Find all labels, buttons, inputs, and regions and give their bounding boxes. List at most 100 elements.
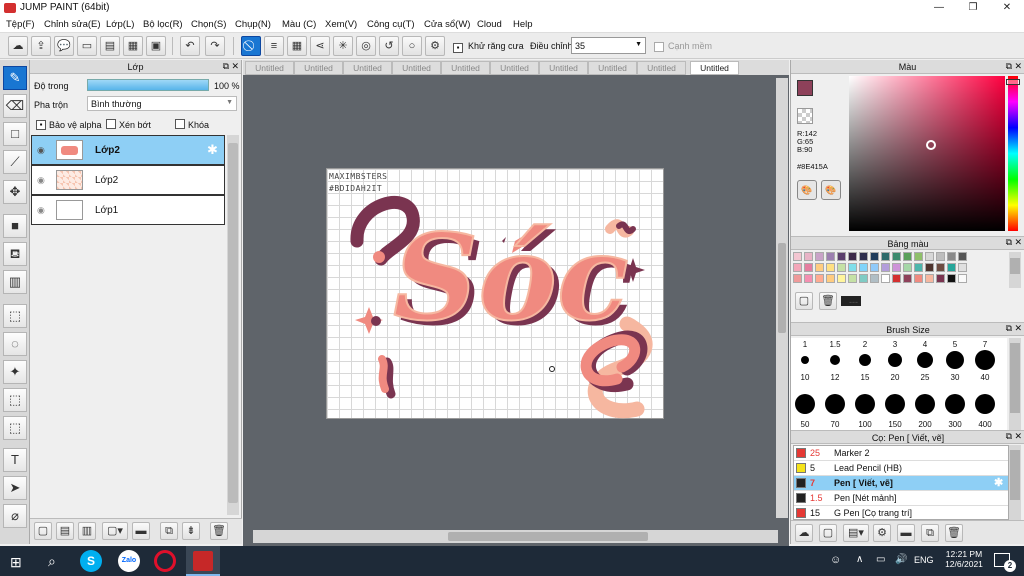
adjust-select[interactable]: 35 ▼ (571, 37, 646, 54)
brush-size-dot[interactable] (830, 355, 840, 365)
pages-icon[interactable]: ▦ (123, 36, 143, 56)
palette-swatch[interactable] (892, 252, 901, 261)
undock-icon[interactable]: ⧉ (1006, 61, 1012, 72)
visibility-icon[interactable]: ◉ (37, 145, 45, 156)
brush-size-dot[interactable] (859, 354, 871, 366)
antialias-checkbox[interactable]: ▪ (453, 42, 463, 53)
cloud-brush-icon[interactable]: ☁ (795, 524, 813, 542)
palette-swatch[interactable] (815, 263, 824, 272)
transparent-swatch[interactable] (797, 108, 813, 124)
tab-document-active[interactable]: Untitled (690, 61, 739, 75)
palette-swatch[interactable] (870, 263, 879, 272)
menu-layer[interactable]: Lớp(L) (106, 19, 134, 30)
palette-swatch[interactable] (881, 263, 890, 272)
people-icon[interactable]: ☺ (830, 554, 841, 566)
speech-bubble-icon[interactable]: 💬 (54, 36, 74, 56)
chevron-up-icon[interactable]: ∧ (856, 554, 863, 565)
palette-swatch[interactable] (936, 274, 945, 283)
lock-checkbox[interactable] (175, 119, 185, 131)
palette-swatch[interactable] (793, 263, 802, 272)
brush-settings-icon[interactable]: ⚙ (873, 524, 891, 542)
no-snap-icon[interactable]: ⃠ (241, 36, 261, 56)
palette-swatch[interactable] (859, 274, 868, 283)
tab-document[interactable]: Untitled (294, 61, 343, 75)
trash-icon[interactable]: 🗑 (819, 292, 837, 310)
menu-cloud[interactable]: Cloud (477, 19, 502, 30)
brush-size-dot[interactable] (975, 350, 995, 370)
undock-icon[interactable]: ⧉ (1006, 237, 1012, 248)
canvas-hscroll[interactable] (253, 530, 778, 543)
palette-swatch[interactable] (958, 274, 967, 283)
palette-swatch[interactable] (793, 274, 802, 283)
perspective-snap-icon[interactable]: ⋖ (310, 36, 330, 56)
skype-icon[interactable]: S (80, 550, 102, 572)
brush-size-dot[interactable] (801, 356, 809, 364)
jump-paint-taskbar-button[interactable] (186, 546, 220, 576)
gear-icon[interactable]: ✱ (207, 142, 218, 158)
duplicate-icon[interactable]: ⧉ (160, 522, 178, 540)
menu-capture[interactable]: Chụp(N) (235, 19, 271, 30)
palette-swatch[interactable] (848, 263, 857, 272)
palette-swatch[interactable] (903, 263, 912, 272)
brush-menu-icon[interactable]: ▤▾ (843, 524, 869, 542)
tab-document[interactable]: Untitled (539, 61, 588, 75)
palette-swatch[interactable] (947, 263, 956, 272)
palette-swatch[interactable] (936, 252, 945, 261)
brush-list-scrollbar[interactable] (1009, 445, 1021, 520)
close-panel-icon[interactable]: ✕ (1014, 431, 1022, 442)
palette-swatch[interactable] (859, 252, 868, 261)
brush-size-dot[interactable] (888, 353, 902, 367)
layer-scrollbar[interactable] (227, 135, 239, 515)
line-tool-icon[interactable]: ⟋ (3, 150, 27, 174)
operation-tool-icon[interactable]: ➤ (3, 476, 27, 500)
clip-checkbox[interactable] (106, 119, 116, 131)
tab-document[interactable]: Untitled (441, 61, 490, 75)
palette-settings-icon[interactable]: 🎨 (821, 180, 841, 200)
pen-tool-icon[interactable]: ✎ (3, 66, 27, 90)
concentric-snap-icon[interactable]: ◎ (356, 36, 376, 56)
menu-select[interactable]: Chọn(S) (191, 19, 226, 30)
palette-swatch[interactable] (826, 252, 835, 261)
foreground-color-swatch[interactable] (797, 80, 813, 96)
palette-swatch[interactable] (804, 252, 813, 261)
menu-view[interactable]: Xem(V) (325, 19, 357, 30)
drawing-canvas[interactable]: MAXIMBSTERS #BDIDAH2IT Sóc Sóc (326, 168, 664, 419)
hue-slider[interactable] (1006, 76, 1020, 231)
palette-swatch[interactable] (958, 263, 967, 272)
undock-icon[interactable]: ⧉ (1006, 431, 1012, 442)
visibility-icon[interactable]: ◉ (37, 205, 45, 216)
palette-swatch[interactable] (837, 263, 846, 272)
palette-swatch[interactable] (925, 263, 934, 272)
new-layer-icon[interactable]: ▢ (34, 522, 52, 540)
palette-swatch[interactable] (925, 252, 934, 261)
brush-size-dot[interactable] (945, 394, 965, 414)
add-page-icon[interactable]: ▢ (795, 292, 813, 310)
grid-snap-icon[interactable]: ▦ (287, 36, 307, 56)
menu-edit[interactable]: Chỉnh sửa(E) (44, 19, 101, 30)
duplicate-icon[interactable]: ⧉ (921, 524, 939, 542)
merge-icon[interactable]: ⇟ (182, 522, 200, 540)
palette-swatch[interactable] (848, 274, 857, 283)
volume-icon[interactable]: 🔊 (895, 554, 907, 565)
undock-icon[interactable]: ⧉ (1006, 323, 1012, 334)
cloud-icon[interactable]: ☁ (8, 36, 28, 56)
menu-color[interactable]: Màu (C) (282, 19, 316, 30)
select-pen-tool-icon[interactable]: ⬚ (3, 388, 27, 412)
brush-size-scrollbar[interactable] (1009, 338, 1021, 430)
gear-icon[interactable]: ✱ (994, 476, 1003, 489)
brush-size-dot[interactable] (946, 351, 964, 369)
palette-swatch[interactable] (914, 263, 923, 272)
trash-icon[interactable]: 🗑 (945, 524, 963, 542)
search-icon[interactable]: ⌕ (48, 553, 56, 570)
protect-alpha-checkbox[interactable]: ▪ (36, 119, 46, 130)
tab-document[interactable]: Untitled (343, 61, 392, 75)
palette-swatch[interactable] (815, 274, 824, 283)
notification-tray-icon[interactable]: ▭ (876, 554, 885, 565)
palette-swatch[interactable] (958, 252, 967, 261)
brush-item[interactable]: 5 Lead Pencil (HB) (794, 461, 1008, 476)
fill-rect-tool-icon[interactable]: ■ (3, 214, 27, 238)
brush-item[interactable]: 25 Marker 2 (794, 446, 1008, 461)
palette-swatch[interactable] (881, 252, 890, 261)
rect-select-tool-icon[interactable]: ⬚ (3, 304, 27, 328)
brush-item-selected[interactable]: 7 Pen [ Viết, vẽ] ✱ (794, 476, 1008, 491)
